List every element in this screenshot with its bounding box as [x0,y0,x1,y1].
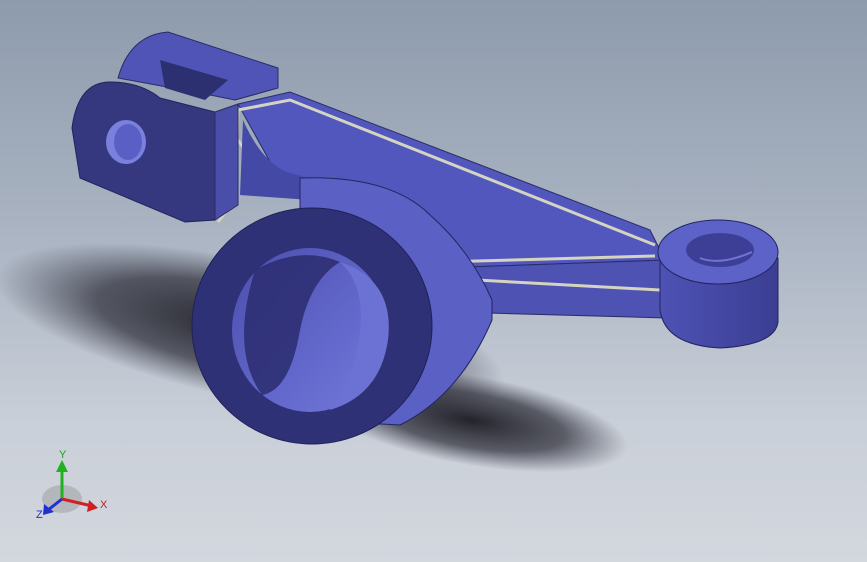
reference-triad: Y X Z [34,446,114,526]
y-axis-label: Y [59,449,67,461]
y-axis-arrow-icon [56,460,68,472]
x-axis-label: X [100,499,108,511]
graphics-viewport[interactable]: Y X Z [0,0,867,562]
x-axis-arrow-icon [87,500,98,512]
z-axis-label: Z [36,509,43,521]
model-view[interactable] [0,0,867,562]
